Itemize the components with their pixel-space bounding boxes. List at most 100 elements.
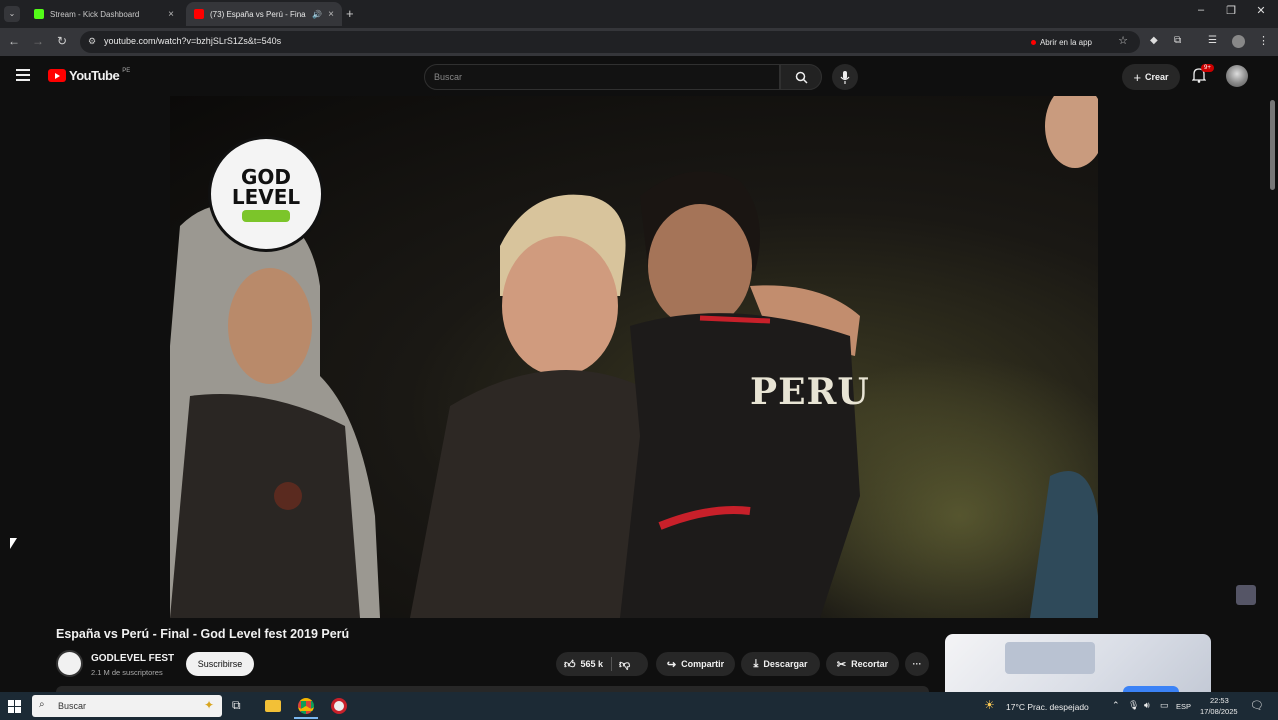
weather-icon: ☀ bbox=[984, 698, 995, 712]
address-bar[interactable]: ⚙ youtube.com/watch?v=bzhjSLrS1Zs&t=540s… bbox=[80, 31, 1140, 53]
preview-thumbnail bbox=[1005, 642, 1095, 674]
notifications-button[interactable]: 9+ bbox=[1191, 64, 1214, 84]
volume-icon[interactable]: 🔊︎ bbox=[1144, 700, 1150, 711]
jersey-text: PERU bbox=[750, 371, 870, 413]
tab-title: Stream - Kick Dashboard bbox=[50, 9, 140, 19]
tab-kick-dashboard[interactable]: Stream - Kick Dashboard × bbox=[26, 2, 182, 26]
search-box[interactable]: Buscar bbox=[424, 64, 780, 90]
channel-avatar[interactable] bbox=[56, 650, 83, 677]
plus-icon: + bbox=[1133, 69, 1142, 85]
open-in-app-button[interactable]: Abrir en la app bbox=[1030, 35, 1092, 49]
create-button[interactable]: + Crear bbox=[1122, 64, 1180, 90]
tab-list-button[interactable]: ⌄ bbox=[4, 6, 20, 22]
scrollbar-thumb[interactable] bbox=[1269, 100, 1275, 190]
search-highlight-icon: ✦ bbox=[203, 698, 214, 712]
file-explorer-icon[interactable] bbox=[265, 700, 281, 712]
region-code: PE bbox=[122, 68, 131, 74]
like-count: 565 k bbox=[580, 659, 604, 669]
youtube-small-icon bbox=[1030, 39, 1036, 45]
open-in-app-label: Abrir en la app bbox=[1039, 37, 1092, 47]
thumbs-up-icon: 👍︎ bbox=[564, 658, 576, 671]
kick-favicon-icon bbox=[34, 9, 44, 19]
logo-green-tag bbox=[242, 209, 290, 222]
extension-icon[interactable]: ◆ bbox=[1150, 35, 1158, 46]
logo-line-god: GOD bbox=[240, 164, 292, 189]
close-window-button[interactable]: ✕ bbox=[1246, 4, 1276, 17]
share-icon: ↪ bbox=[666, 658, 677, 671]
god-level-logo: GOD LEVEL bbox=[208, 136, 324, 252]
search-button[interactable] bbox=[780, 64, 822, 90]
like-button[interactable]: 👍︎ 565 k bbox=[564, 658, 603, 671]
microphone-tray-icon[interactable]: 🎙︎ bbox=[1128, 700, 1139, 711]
browser-menu-icon[interactable]: ⋮ bbox=[1258, 34, 1269, 47]
divider bbox=[611, 657, 613, 671]
tab-youtube-video[interactable]: (73) España vs Perú - Final 🔊 × bbox=[186, 2, 342, 26]
speaker-icon: 🔊 bbox=[312, 9, 323, 19]
subscriber-count: 2.1 M de suscriptores bbox=[91, 668, 163, 677]
mouse-cursor bbox=[10, 538, 17, 549]
video-player[interactable]: GOD LEVEL PERU bbox=[170, 96, 1098, 618]
tray-chevron-icon[interactable]: ⌃ bbox=[1112, 700, 1120, 711]
voice-search-button[interactable] bbox=[832, 64, 858, 90]
tab-title: (73) España vs Perú - Final bbox=[210, 9, 307, 19]
download-button[interactable]: ⤓ Descargar bbox=[741, 652, 820, 676]
close-tab-icon[interactable]: × bbox=[168, 9, 174, 20]
youtube-logo[interactable]: YouTube PE bbox=[48, 68, 130, 83]
download-label: Descargar bbox=[763, 659, 808, 669]
forward-button[interactable]: → bbox=[30, 34, 46, 48]
network-icon[interactable]: ▭ bbox=[1160, 700, 1169, 711]
more-actions-button[interactable]: ··· bbox=[905, 652, 929, 676]
minimize-button[interactable]: – bbox=[1186, 4, 1216, 16]
subscribe-label: Suscribirse bbox=[197, 659, 243, 669]
browser-tab-strip: ⌄ Stream - Kick Dashboard × (73) España … bbox=[0, 0, 1278, 28]
channel-name[interactable]: GODLEVEL FEST bbox=[91, 653, 174, 664]
like-dislike-group: 👍︎ 565 k 👎︎ bbox=[556, 652, 648, 676]
youtube-header: YouTube PE Buscar + Crear 9+ bbox=[0, 56, 1278, 96]
notification-center-icon[interactable]: 🗨︎ bbox=[1250, 699, 1264, 712]
extensions-puzzle-icon[interactable]: ⧉ bbox=[1174, 35, 1181, 46]
hamburger-menu-icon[interactable] bbox=[16, 69, 30, 81]
site-info-icon[interactable]: ⚙ bbox=[88, 36, 96, 47]
video-title: España vs Perú - Final - God Level fest … bbox=[56, 627, 350, 641]
url-text[interactable]: youtube.com/watch?v=bzhjSLrS1Zs&t=540s bbox=[104, 36, 281, 46]
chrome-icon[interactable] bbox=[298, 698, 314, 714]
bookmark-star-icon[interactable]: ☆ bbox=[1118, 34, 1128, 47]
clip-label: Recortar bbox=[851, 659, 889, 669]
avatar[interactable] bbox=[1226, 65, 1248, 87]
scissors-icon: ✂ bbox=[836, 658, 847, 671]
taskbar-search[interactable]: ⌕ Buscar ✦ bbox=[32, 695, 222, 717]
clock-time[interactable]: 22:53 bbox=[1210, 696, 1229, 705]
weather-text[interactable]: 17°C Prac. despejado bbox=[1006, 702, 1089, 712]
logo-line-level: LEVEL bbox=[231, 184, 301, 209]
share-button[interactable]: ↪ Compartir bbox=[656, 652, 735, 676]
reload-button[interactable]: ↻ bbox=[54, 34, 70, 48]
search-input[interactable]: Buscar bbox=[434, 72, 462, 82]
more-icon: ··· bbox=[912, 659, 922, 669]
microphone-icon bbox=[840, 70, 850, 84]
share-label: Compartir bbox=[681, 659, 725, 669]
recording-app-icon[interactable] bbox=[331, 698, 347, 714]
search-icon: ⌕ bbox=[39, 699, 45, 710]
channel-watermark-icon[interactable] bbox=[1236, 585, 1256, 605]
profile-icon[interactable] bbox=[1232, 35, 1245, 48]
recommended-preview[interactable] bbox=[945, 634, 1211, 692]
browser-toolbar: ← → ↻ ⚙ youtube.com/watch?v=bzhjSLrS1Zs&… bbox=[0, 28, 1278, 56]
language-indicator[interactable]: ESP bbox=[1176, 702, 1191, 711]
start-button[interactable] bbox=[8, 700, 21, 713]
close-tab-icon[interactable]: × bbox=[328, 9, 334, 20]
back-button[interactable]: ← bbox=[6, 34, 22, 48]
thumbs-down-icon[interactable]: 👎︎ bbox=[619, 658, 630, 671]
page-scrollbar[interactable] bbox=[1268, 96, 1276, 692]
clock-date[interactable]: 17/08/2025 bbox=[1200, 707, 1238, 716]
windows-taskbar: ⌕ Buscar ✦ ⧉ ☀ 17°C Prac. despejado ⌃ 🎙︎… bbox=[0, 692, 1278, 720]
new-tab-button[interactable]: + bbox=[346, 6, 354, 21]
create-label: Crear bbox=[1145, 72, 1169, 82]
subscribe-button[interactable]: Suscribirse bbox=[186, 652, 254, 676]
task-view-icon[interactable]: ⧉ bbox=[232, 698, 241, 713]
download-icon: ⤓ bbox=[753, 657, 759, 670]
taskbar-search-input[interactable]: Buscar bbox=[58, 701, 86, 711]
youtube-favicon-icon bbox=[194, 9, 204, 19]
reading-list-icon[interactable]: ☰ bbox=[1208, 35, 1217, 46]
clip-button[interactable]: ✂ Recortar bbox=[826, 652, 899, 676]
restore-button[interactable]: ❐ bbox=[1216, 4, 1246, 17]
